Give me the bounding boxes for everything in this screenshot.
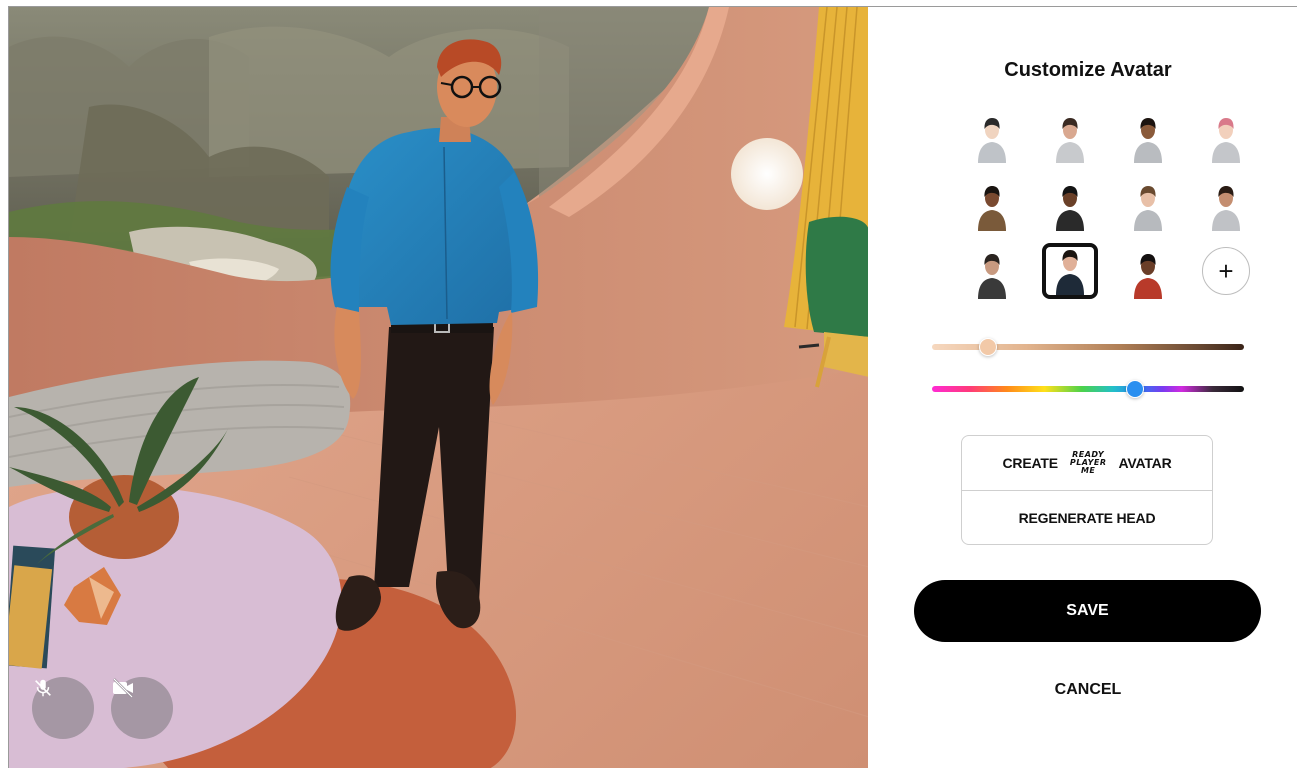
customize-avatar-panel: Customize Avatar + CREATE READY PLAYER M…	[868, 6, 1297, 768]
avatar-thumbnail	[1056, 250, 1084, 295]
skin-tone-slider-thumb[interactable]	[979, 338, 998, 356]
mic-off-icon	[35, 679, 51, 697]
avatar-thumbnail	[1056, 186, 1084, 231]
panel-title: Customize Avatar	[1004, 59, 1172, 81]
avatar-thumbnail	[1134, 118, 1162, 163]
hair-color-slider-thumb[interactable]	[1125, 380, 1144, 398]
avatar-preset-9[interactable]	[964, 243, 1020, 299]
avatar-preset-4[interactable]	[1198, 107, 1254, 163]
avatar-thumbnail	[978, 254, 1006, 299]
avatar-thumbnail	[1134, 186, 1162, 231]
mute-microphone-button[interactable]	[32, 677, 94, 739]
create-suffix-label: AVATAR	[1118, 455, 1172, 471]
avatar-thumbnail	[978, 118, 1006, 163]
hair-color-slider[interactable]	[932, 380, 1244, 398]
rpm-logo-line-3: ME	[1080, 466, 1096, 475]
regenerate-head-button[interactable]: REGENERATE HEAD	[962, 490, 1212, 544]
video-off-icon	[113, 678, 133, 698]
create-ready-player-me-avatar-button[interactable]: CREATE READY PLAYER ME AVATAR	[962, 436, 1212, 490]
avatar-thumbnail	[1212, 118, 1240, 163]
avatar-thumbnail	[1056, 118, 1084, 163]
create-prefix-label: CREATE	[1002, 455, 1059, 471]
avatar-thumbnail	[1212, 186, 1240, 231]
avatar-thumbnail	[1134, 254, 1162, 299]
toggle-camera-button[interactable]	[111, 677, 173, 739]
add-avatar-button[interactable]: +	[1202, 247, 1250, 295]
scene-illustration	[9, 7, 868, 768]
avatar-preset-5[interactable]	[964, 175, 1020, 231]
avatar-actions-group: CREATE READY PLAYER ME AVATAR REGENERATE…	[961, 435, 1213, 545]
avatar-preset-6[interactable]	[1042, 175, 1098, 231]
avatar-preview-scene[interactable]	[8, 6, 868, 768]
avatar-preset-10[interactable]	[1042, 243, 1098, 299]
save-button[interactable]: SAVE	[914, 580, 1261, 642]
ready-player-me-logo: READY PLAYER ME	[1070, 451, 1107, 475]
avatar-preset-11[interactable]	[1120, 243, 1176, 299]
avatar-preset-1[interactable]	[964, 107, 1020, 163]
avatar-preset-8[interactable]	[1198, 175, 1254, 231]
avatar-preset-2[interactable]	[1042, 107, 1098, 163]
avatar-preset-3[interactable]	[1120, 107, 1176, 163]
avatar-thumbnail	[978, 186, 1006, 231]
skin-tone-slider[interactable]	[932, 338, 1244, 356]
cancel-button[interactable]: CANCEL	[1008, 675, 1168, 705]
avatar-preset-7[interactable]	[1120, 175, 1176, 231]
